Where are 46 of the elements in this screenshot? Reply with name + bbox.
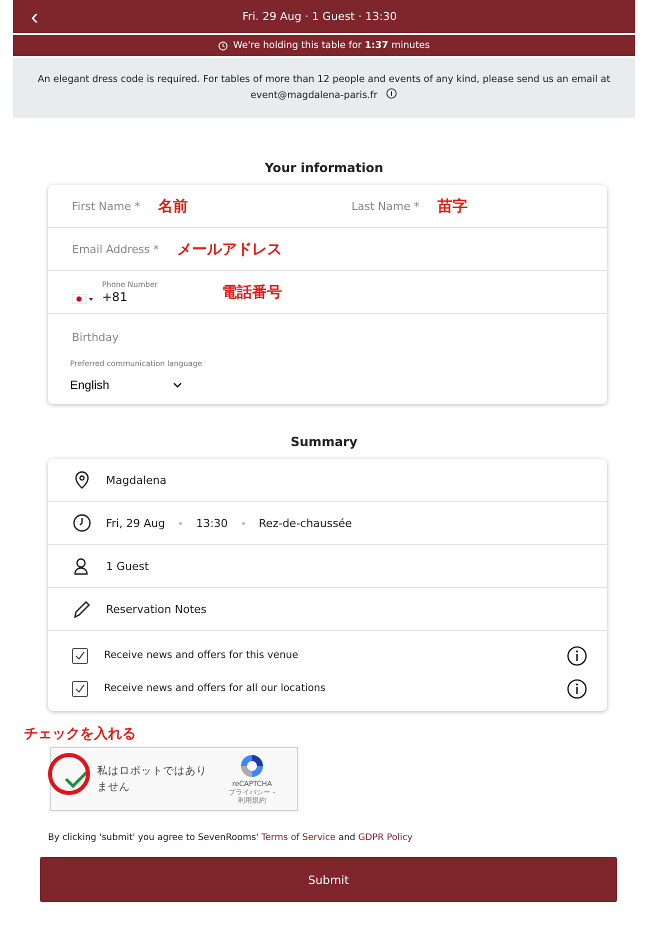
annotation-text: チェックを入れる	[24, 725, 137, 743]
annotation-text: メールアドレス	[176, 240, 282, 258]
checkbox[interactable]	[72, 648, 88, 664]
first-name-field[interactable]: First Name *	[48, 200, 140, 212]
pencil-icon	[72, 599, 92, 619]
highlight-circle	[47, 752, 91, 796]
chevron-down-icon[interactable]	[173, 382, 182, 388]
flag-dropdown[interactable]	[72, 294, 94, 304]
clock-icon	[72, 513, 92, 533]
summary-text: 1 Guest	[106, 560, 149, 572]
info-icon[interactable]	[567, 678, 587, 698]
option-label: Receive news and offers for this venue	[104, 650, 300, 661]
section-title: Summary	[290, 434, 358, 449]
checkbox[interactable]	[72, 680, 88, 696]
annotation-text: 苗字	[437, 196, 468, 216]
notice-text: An elegant dress code is required. For tables of more than 12 people and events of any kind, please send us an email at	[36, 73, 612, 87]
summary-text: Fri, 29 Aug	[106, 516, 166, 530]
booking-title: Fri. 29 Aug · 1 Guest · 13:30	[241, 10, 398, 23]
option-label: Receive news and offers for all our locations	[104, 683, 326, 694]
summary-text: Magdalena	[106, 474, 166, 486]
recaptcha-logo-icon	[239, 753, 265, 779]
birthday-field[interactable]: Birthday	[48, 331, 119, 344]
back-button[interactable]: ‹	[27, 6, 42, 28]
info-icon[interactable]	[386, 88, 398, 99]
submit-button[interactable]: Submit	[40, 857, 617, 902]
summary-text: 13:30	[196, 516, 228, 530]
checkmark-icon	[75, 650, 85, 660]
checkmark-icon	[75, 684, 85, 694]
separator-dot	[242, 522, 245, 524]
terms-text: By clicking 'submit' you agree to SevenRooms' Terms of Service and GDPR Policy	[48, 833, 414, 843]
gdpr-link[interactable]: GDPR Policy	[358, 833, 413, 843]
last-name-field[interactable]: Last Name *	[328, 200, 420, 212]
annotation-text: 電話番号	[222, 282, 282, 302]
info-icon[interactable]	[567, 646, 587, 666]
section-title: Your information	[264, 160, 384, 175]
holding-message: We're holding this table for 1:37 minutes	[233, 40, 430, 51]
captcha-label: 私はロボットではありません	[97, 764, 207, 795]
summary-text[interactable]: Reservation Notes	[106, 602, 207, 616]
email-text: event@magdalena-paris.fr	[250, 90, 378, 101]
separator-dot	[179, 522, 182, 524]
email-field[interactable]: Email Address *	[48, 242, 159, 256]
language-dropdown[interactable]: English	[70, 378, 182, 392]
annotation-text: 名前	[158, 196, 188, 216]
clock-icon	[218, 40, 228, 50]
summary-text: Rez-de-chaussée	[258, 516, 352, 530]
terms-link[interactable]: Terms of Service	[261, 833, 336, 843]
